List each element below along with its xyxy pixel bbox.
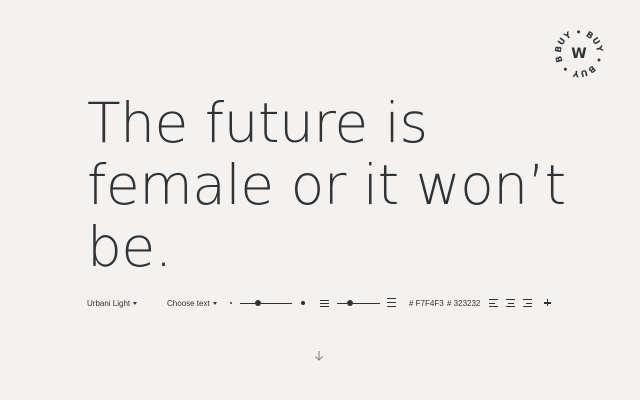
text-color-value: # 323232 <box>447 298 481 308</box>
font-select[interactable]: Urbani Light <box>87 294 138 312</box>
line-height-slider-thumb[interactable] <box>346 300 353 306</box>
font-select-label: Urbani Light <box>87 298 131 308</box>
font-size-slider-track <box>240 302 292 304</box>
specimen-text[interactable]: The future is female or it won’t be. <box>87 92 607 278</box>
plus-icon[interactable] <box>544 294 552 312</box>
type-tester-page: BUY • BUY • BUY • BUY • W The future is … <box>0 0 640 400</box>
badge-letter: W <box>571 46 586 62</box>
chevron-down-icon <box>133 301 138 305</box>
text-color-input[interactable]: # 323232 <box>447 294 480 312</box>
text-select-label: Choose text <box>167 298 210 308</box>
type-toolbar: Urbani Light Choose text # F7F4F3 # 3232… <box>87 294 557 312</box>
background-color-value: # F7F4F3 <box>409 298 444 308</box>
buy-badge[interactable]: BUY • BUY • BUY • BUY • W <box>553 27 605 79</box>
align-left-icon[interactable] <box>489 299 499 307</box>
chevron-down-icon <box>212 301 217 305</box>
leading-tight-icon <box>320 299 330 307</box>
size-large-icon <box>301 301 305 305</box>
leading-loose-icon <box>387 298 397 308</box>
line-height-slider-track <box>337 302 380 304</box>
arrow-down-icon[interactable] <box>314 347 324 361</box>
text-select[interactable]: Choose text <box>167 294 217 312</box>
align-center-icon[interactable] <box>506 299 516 307</box>
size-small-icon <box>230 302 232 304</box>
line-height-slider[interactable] <box>337 294 380 312</box>
font-size-slider-thumb[interactable] <box>255 300 262 306</box>
align-right-icon[interactable] <box>523 299 533 307</box>
background-color-input[interactable]: # F7F4F3 <box>409 294 444 312</box>
buy-badge-icon: BUY • BUY • BUY • BUY • W <box>553 27 604 78</box>
font-size-slider[interactable] <box>240 294 292 312</box>
